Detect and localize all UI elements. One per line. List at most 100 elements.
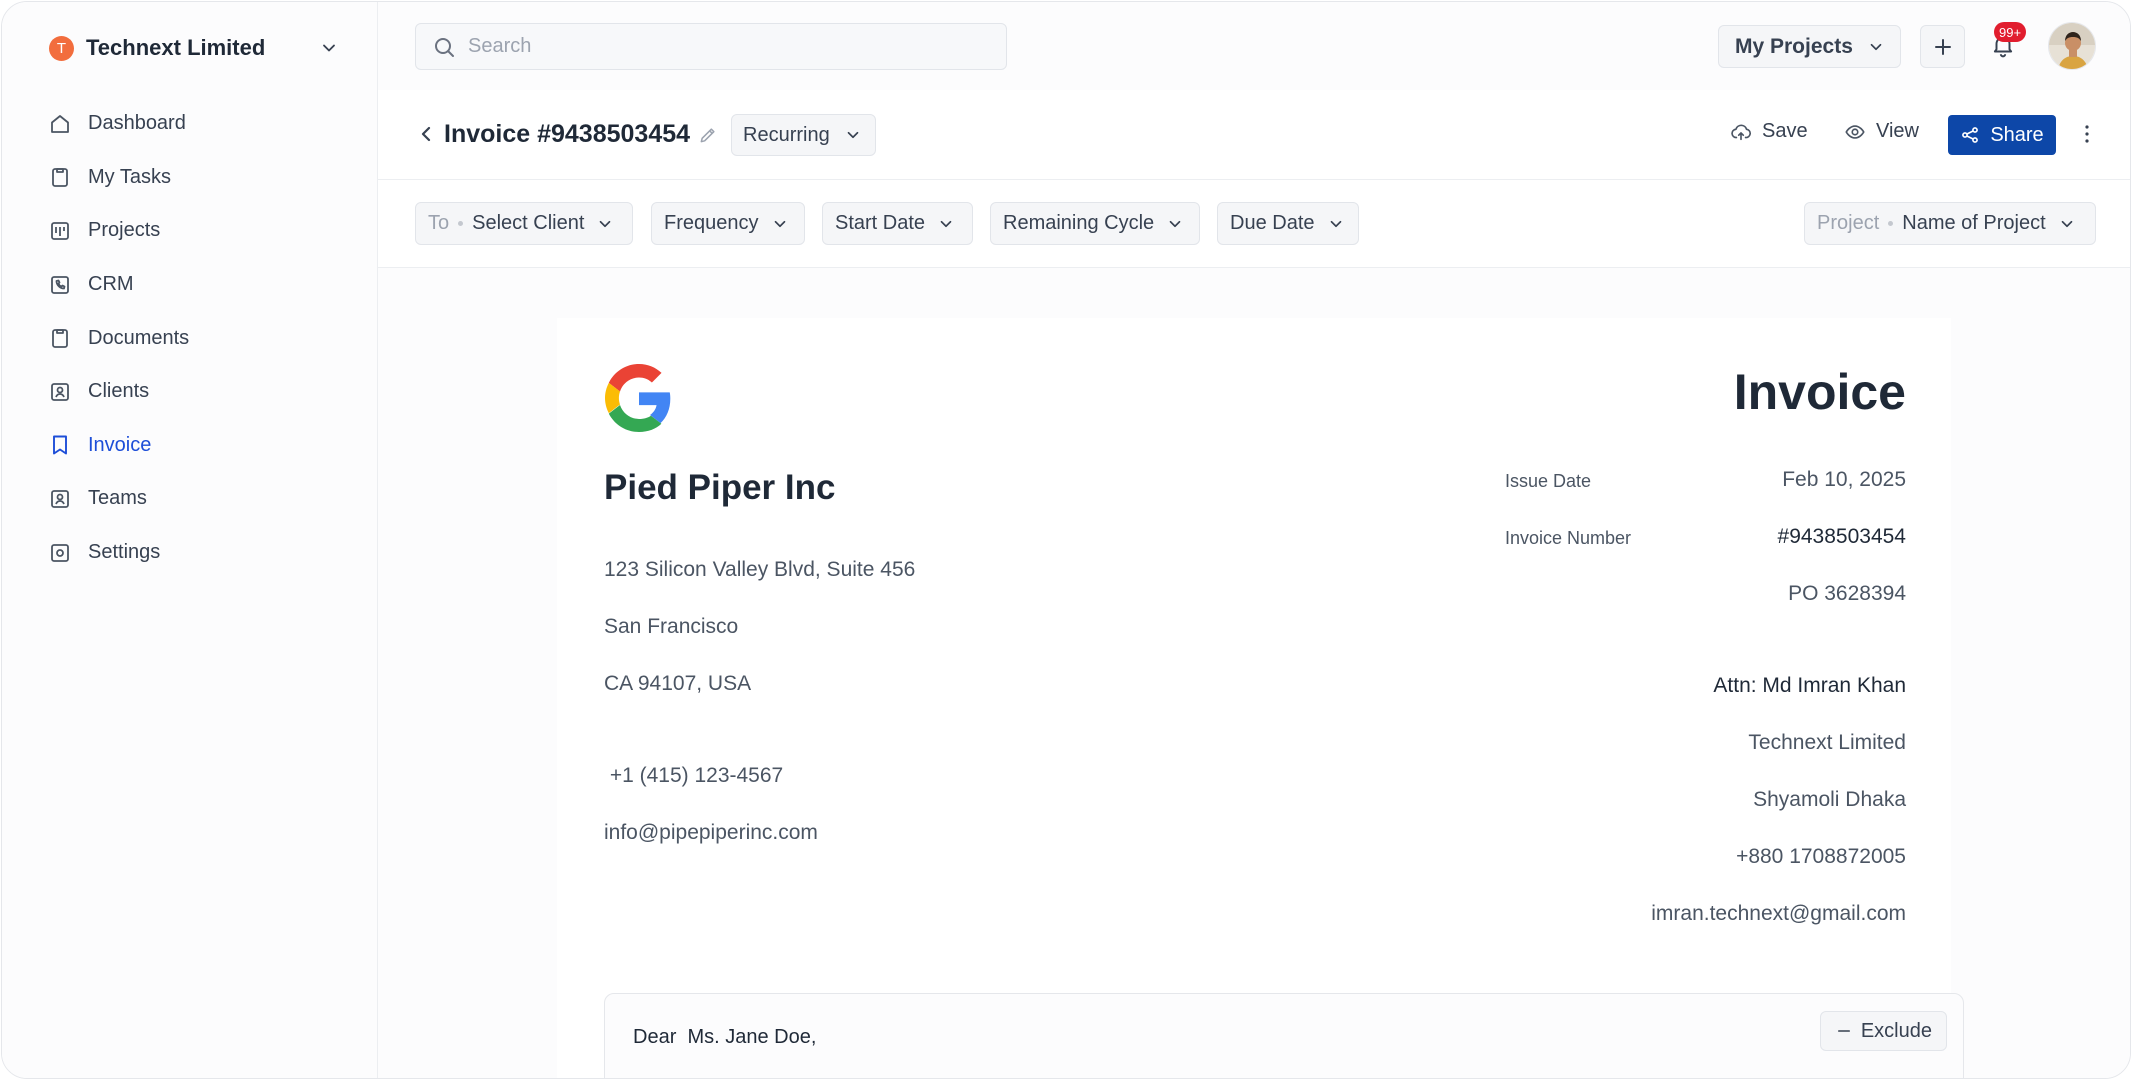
share-label: Share xyxy=(1990,123,2044,146)
start-date-dropdown[interactable]: Start Date xyxy=(822,202,973,245)
home-icon xyxy=(51,114,69,133)
sidebar-item-clients[interactable]: Clients xyxy=(36,365,346,419)
sender-email: info@pipepiperinc.com xyxy=(604,821,818,844)
app-window: T Technext Limited Dashboard My Tasks Pr… xyxy=(1,1,2131,1079)
frequency-label: Frequency xyxy=(664,212,759,234)
project-select[interactable]: Project Name of Project xyxy=(1804,202,2096,245)
sidebar-item-dashboard[interactable]: Dashboard xyxy=(36,97,346,151)
remaining-cycle-label: Remaining Cycle xyxy=(1003,212,1155,234)
sidebar: T Technext Limited Dashboard My Tasks Pr… xyxy=(2,2,378,1078)
sender-address-line2: San Francisco xyxy=(604,615,739,638)
org-name: Technext Limited xyxy=(86,35,266,60)
sidebar-item-label: Dashboard xyxy=(88,112,186,135)
client-select-value: Select Client xyxy=(472,212,585,234)
chevron-down-icon xyxy=(1870,43,1882,50)
project-select-value: Name of Project xyxy=(1902,212,2046,234)
sidebar-item-settings[interactable]: Settings xyxy=(36,526,346,580)
document-icon xyxy=(52,329,68,349)
chevron-down-icon xyxy=(1330,220,1341,227)
invoice-title-bar: Invoice #9438503454 Recurring Save View … xyxy=(378,90,2130,180)
google-logo-icon xyxy=(605,364,671,432)
greeting-text[interactable]: Dear Ms. Jane Doe, xyxy=(633,1026,816,1049)
frequency-dropdown[interactable]: Frequency xyxy=(651,202,805,245)
pencil-icon[interactable] xyxy=(698,125,718,145)
team-icon xyxy=(51,490,69,508)
save-button[interactable]: Save xyxy=(1730,120,1808,143)
search-input[interactable] xyxy=(468,35,968,58)
recipient-address: Shyamoli Dhaka xyxy=(1753,788,1906,811)
org-logo: T xyxy=(49,35,74,61)
due-date-label: Due Date xyxy=(1230,212,1315,234)
notification-badge: 99+ xyxy=(1994,22,2027,42)
sidebar-item-label: Invoice xyxy=(88,433,152,456)
minus-icon xyxy=(1837,1030,1850,1032)
sidebar-item-label: My Tasks xyxy=(88,165,171,188)
due-date-dropdown[interactable]: Due Date xyxy=(1217,202,1359,245)
recipient-company: Technext Limited xyxy=(1748,731,1906,754)
sidebar-item-projects[interactable]: Projects xyxy=(36,204,346,258)
page-title: Invoice #9438503454 xyxy=(444,120,691,148)
chevron-down-icon xyxy=(774,220,785,227)
search-box[interactable] xyxy=(415,23,1007,70)
share-icon xyxy=(1962,127,1979,143)
separator-dot xyxy=(458,221,464,226)
recipient-phone: +880 1708872005 xyxy=(1736,845,1906,868)
start-date-label: Start Date xyxy=(835,212,926,234)
invoice-heading: Invoice xyxy=(1733,364,1906,420)
sidebar-nav: Dashboard My Tasks Projects CRM Document… xyxy=(36,97,346,579)
chevron-down-icon xyxy=(600,220,611,227)
org-switcher[interactable]: T Technext Limited xyxy=(49,30,339,66)
invoice-number-value: #9438503454 xyxy=(1777,525,1906,548)
bookmark-icon xyxy=(53,435,67,455)
recipient-attn: Attn: Md Imran Khan xyxy=(1713,674,1906,697)
to-prefix: To xyxy=(428,212,450,234)
chevron-down-icon xyxy=(940,220,952,227)
project-prefix: Project xyxy=(1817,212,1880,234)
greeting-block: Dear Ms. Jane Doe, Exclude xyxy=(604,993,1964,1078)
remaining-cycle-dropdown[interactable]: Remaining Cycle xyxy=(990,202,1200,245)
search-icon xyxy=(435,37,454,57)
kanban-icon xyxy=(51,222,69,240)
recipient-email: imran.technext@gmail.com xyxy=(1651,902,1906,925)
sidebar-item-label: Teams xyxy=(88,487,147,510)
avatar[interactable] xyxy=(2048,22,2096,70)
sidebar-item-label: Clients xyxy=(88,380,150,403)
po-number: PO 3628394 xyxy=(1788,582,1906,605)
client-select[interactable]: To Select Client xyxy=(415,202,633,245)
sender-company-name: Pied Piper Inc xyxy=(604,468,836,507)
share-button[interactable]: Share xyxy=(1948,115,2056,155)
chevron-down-icon xyxy=(1169,220,1181,227)
recurring-dropdown[interactable]: Recurring xyxy=(731,114,876,156)
sidebar-item-label: CRM xyxy=(88,273,134,296)
sidebar-item-invoice[interactable]: Invoice xyxy=(36,419,346,473)
invoice-document: Pied Piper Inc 123 Silicon Valley Blvd, … xyxy=(378,268,2130,1078)
issue-date-label: Issue Date xyxy=(1505,471,1592,491)
issue-date-value: Feb 10, 2025 xyxy=(1782,468,1906,491)
sidebar-item-crm[interactable]: CRM xyxy=(36,258,346,312)
eye-icon xyxy=(1845,124,1865,139)
sidebar-item-my-tasks[interactable]: My Tasks xyxy=(36,151,346,205)
chevron-down-icon xyxy=(2061,220,2072,227)
plus-icon xyxy=(1934,38,1951,55)
sidebar-item-teams[interactable]: Teams xyxy=(36,472,346,526)
sidebar-item-label: Documents xyxy=(88,326,190,349)
save-label: Save xyxy=(1762,120,1808,142)
cloud-upload-icon xyxy=(1731,124,1751,140)
my-projects-label: My Projects xyxy=(1735,34,1853,58)
chevron-down-icon xyxy=(847,131,859,139)
top-bar: My Projects 99+ xyxy=(378,2,2130,90)
chevron-down-icon xyxy=(323,44,335,52)
phone-icon xyxy=(51,275,69,294)
back-chevron-icon[interactable] xyxy=(414,122,438,146)
sender-phone: +1 (415) 123-4567 xyxy=(604,764,784,787)
clipboard-icon xyxy=(52,168,68,188)
more-vertical-icon[interactable] xyxy=(2075,122,2099,146)
view-button[interactable]: View xyxy=(1844,120,1919,143)
sender-address-line3: CA 94107, USA xyxy=(604,672,752,695)
exclude-button[interactable]: Exclude xyxy=(1819,1011,1947,1051)
contact-icon xyxy=(51,382,69,401)
add-button[interactable] xyxy=(1920,25,1965,68)
sender-address-line1: 123 Silicon Valley Blvd, Suite 456 xyxy=(604,558,916,581)
sidebar-item-documents[interactable]: Documents xyxy=(36,311,346,365)
my-projects-dropdown[interactable]: My Projects xyxy=(1718,25,1901,68)
